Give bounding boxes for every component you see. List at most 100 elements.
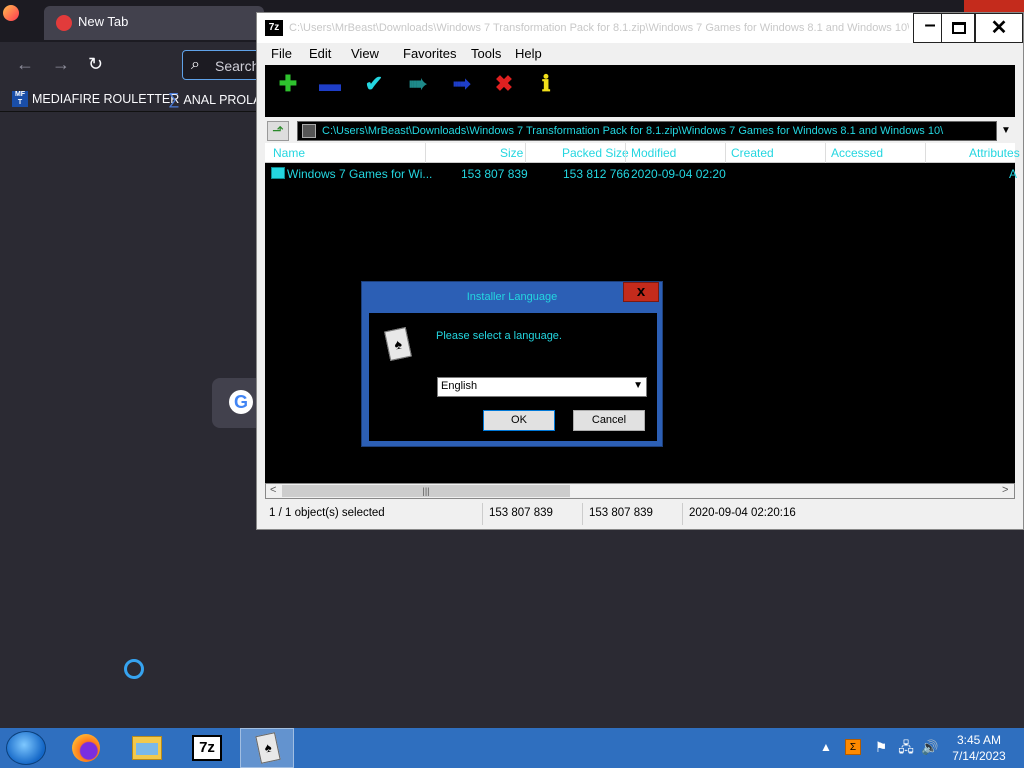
firefox-icon <box>3 5 19 21</box>
sevenzip-window: 7z C:\Users\MrBeast\Downloads\Windows 7 … <box>256 12 1024 530</box>
column-packed-size[interactable]: Packed Size <box>562 146 629 160</box>
bookmark-label: MEDIAFIRE ROULETTER <box>32 92 180 106</box>
clock-time: 3:45 AM <box>956 733 1002 747</box>
row-modified: 2020-09-04 02:20 <box>631 167 726 181</box>
taskbar-installer[interactable]: ♠ <box>240 728 294 768</box>
language-select[interactable]: English ▼ <box>437 377 647 397</box>
tab-favicon-icon <box>56 15 72 31</box>
menu-favorites[interactable]: Favorites <box>403 46 456 61</box>
menu-help[interactable]: Help <box>515 46 542 61</box>
forward-icon[interactable]: → <box>52 54 70 75</box>
scroll-thumb[interactable]: ||| <box>282 485 570 497</box>
status-packed: 153 807 839 <box>585 503 683 525</box>
sevenzip-icon: 7z <box>265 20 283 36</box>
loading-spinner-icon <box>124 659 144 679</box>
maximize-icon <box>952 22 966 34</box>
test-icon[interactable]: ✔ <box>361 73 387 95</box>
volume-icon[interactable]: 🔊 <box>921 739 938 755</box>
list-header: Name Size Packed Size Modified Created A… <box>265 143 1020 163</box>
archive-icon <box>302 124 316 138</box>
reload-icon[interactable]: ↻ <box>88 54 103 75</box>
add-icon[interactable]: ✚ <box>275 73 301 95</box>
card-game-icon: ♠ <box>255 732 281 764</box>
chevron-down-icon[interactable]: ▼ <box>633 380 643 391</box>
clock-date: 7/14/2023 <box>952 749 1006 763</box>
column-divider[interactable] <box>425 143 426 163</box>
taskbar-7zip[interactable]: 7z <box>180 728 234 768</box>
status-modified: 2020-09-04 02:20:16 <box>689 507 796 519</box>
folder-up-icon[interactable]: ⬏ <box>267 121 289 141</box>
sevenzip-icon: 7z <box>192 735 222 761</box>
menu-file[interactable]: File <box>271 46 292 61</box>
browser-tab[interactable]: New Tab <box>44 6 264 40</box>
table-row[interactable]: Windows 7 Games for Wi... 153 807 839 15… <box>265 165 1018 183</box>
installer-language-dialog: Installer Language x ♠ Please select a l… <box>361 281 663 447</box>
status-size: 153 807 839 <box>485 503 583 525</box>
window-titlebar[interactable]: 7z C:\Users\MrBeast\Downloads\Windows 7 … <box>257 13 1023 43</box>
column-attributes[interactable]: Attributes <box>969 146 1020 160</box>
toolbar: ✚ ▬ ✔ ➠ ➟ ✖ ℹ <box>265 65 1015 117</box>
address-field[interactable]: C:\Users\MrBeast\Downloads\Windows 7 Tra… <box>297 121 997 141</box>
folder-icon <box>271 167 285 179</box>
menu-edit[interactable]: Edit <box>309 46 331 61</box>
horizontal-scrollbar[interactable]: < ||| > <box>265 483 1015 499</box>
show-hidden-icons-icon[interactable]: ▲ <box>820 740 832 768</box>
language-value: English <box>441 380 478 392</box>
menu-tools[interactable]: Tools <box>471 46 501 61</box>
row-name: Windows 7 Games for Wi... <box>287 167 433 181</box>
dialog-body: ♠ Please select a language. English ▼ OK… <box>369 313 657 441</box>
window-title: C:\Users\MrBeast\Downloads\Windows 7 Tra… <box>289 22 909 34</box>
column-divider[interactable] <box>725 143 726 163</box>
address-text: C:\Users\MrBeast\Downloads\Windows 7 Tra… <box>322 125 944 137</box>
column-divider[interactable] <box>825 143 826 163</box>
dialog-message: Please select a language. <box>436 330 562 342</box>
sigma-icon: ∑ <box>168 91 180 108</box>
network-icon[interactable]: 🖧 <box>898 739 914 755</box>
status-selected: 1 / 1 object(s) selected <box>265 503 483 525</box>
system-clock[interactable]: 3:45 AM 7/14/2023 <box>944 732 1014 764</box>
menu-view[interactable]: View <box>351 46 379 61</box>
chevron-down-icon[interactable]: ▼ <box>1001 125 1011 136</box>
bookmark-item[interactable]: ∑ ANAL PROLA <box>168 91 261 109</box>
extract-icon[interactable]: ▬ <box>317 73 343 95</box>
column-created[interactable]: Created <box>731 146 774 160</box>
row-packed-size: 153 812 766 <box>563 167 630 181</box>
tab-title: New Tab <box>78 14 129 29</box>
status-bar: 1 / 1 object(s) selected 153 807 839 153… <box>265 503 1015 525</box>
column-divider[interactable] <box>625 143 626 163</box>
dialog-title[interactable]: Installer Language <box>362 282 662 310</box>
maximize-button[interactable] <box>941 13 975 43</box>
firefox-icon <box>72 734 100 762</box>
cancel-button[interactable]: Cancel <box>573 410 645 431</box>
column-divider[interactable] <box>525 143 526 163</box>
column-accessed[interactable]: Accessed <box>831 146 883 160</box>
move-icon[interactable]: ➟ <box>449 73 475 95</box>
card-game-icon: ♠ <box>384 327 412 361</box>
row-attributes: A <box>1009 167 1018 181</box>
column-divider[interactable] <box>925 143 926 163</box>
column-size[interactable]: Size <box>500 146 523 160</box>
back-icon[interactable]: ← <box>16 54 34 75</box>
column-name[interactable]: Name <box>273 146 305 160</box>
folder-icon <box>132 736 162 760</box>
scroll-right-icon[interactable]: > <box>1002 484 1008 496</box>
menubar: File Edit View Favorites Tools Help <box>265 43 1015 65</box>
row-size: 153 807 839 <box>461 167 528 181</box>
dialog-close-button[interactable]: x <box>623 282 659 302</box>
search-placeholder: Search <box>215 58 260 74</box>
column-modified[interactable]: Modified <box>631 146 676 160</box>
delete-icon[interactable]: ✖ <box>491 73 517 95</box>
info-icon[interactable]: ℹ <box>533 73 559 95</box>
action-center-flag-icon[interactable]: ⚑ <box>873 739 889 755</box>
start-button[interactable] <box>6 731 46 765</box>
taskbar-file-explorer[interactable] <box>120 728 174 768</box>
bookmark-item[interactable]: MF T MEDIAFIRE ROULETTER <box>12 91 179 107</box>
tray-app-icon[interactable]: Σ <box>845 739 861 755</box>
copy-icon[interactable]: ➠ <box>405 73 431 95</box>
search-icon: ⌕ <box>191 56 200 73</box>
close-button[interactable]: ✕ <box>975 13 1023 43</box>
ok-button[interactable]: OK <box>483 410 555 431</box>
scroll-left-icon[interactable]: < <box>270 484 276 496</box>
taskbar-firefox[interactable] <box>60 728 114 768</box>
taskbar: 7z ♠ ▲ Σ ⚑ 🖧 🔊 3:45 AM 7/14/2023 <box>0 728 1024 768</box>
